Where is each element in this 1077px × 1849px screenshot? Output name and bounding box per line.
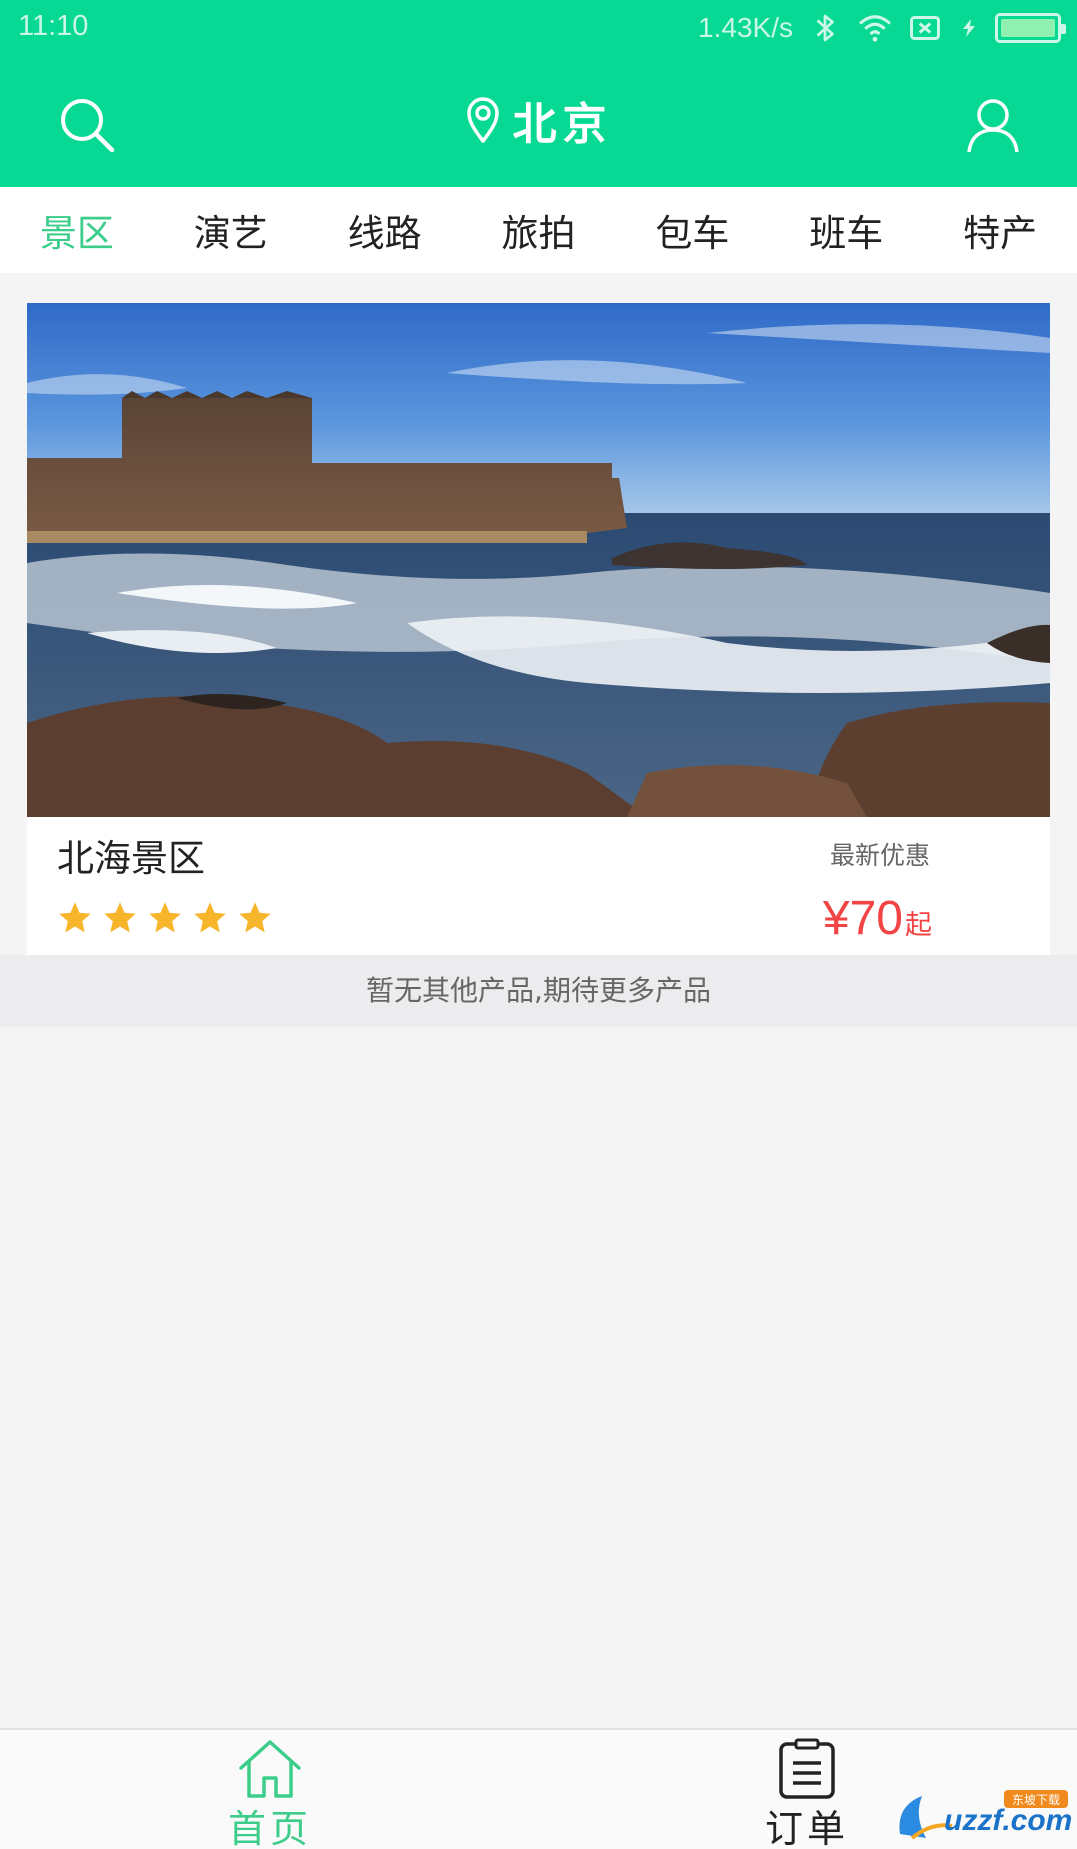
status-time: 11:10 <box>18 10 89 42</box>
tab-shows[interactable]: 演艺 <box>154 203 308 257</box>
charging-icon <box>963 19 975 37</box>
status-bar: 11:10 1.43K/s <box>0 0 1077 56</box>
home-icon <box>239 1740 301 1798</box>
location-pin-icon <box>466 97 499 143</box>
net-speed: 1.43K/s <box>698 12 793 43</box>
sim-icon <box>910 16 940 40</box>
city-selector[interactable]: 北京 <box>0 90 1077 150</box>
user-icon[interactable] <box>965 96 1021 154</box>
tab-local-products[interactable]: 特产 <box>923 203 1077 257</box>
product-card[interactable]: 北海景区 最新优惠 ¥70 起 <box>27 303 1050 955</box>
clipboard-icon <box>779 1738 835 1799</box>
price-value: ¥70 <box>822 892 903 945</box>
star-icon <box>194 902 226 933</box>
nav-home[interactable]: 首页 <box>170 1730 370 1849</box>
app-header: 11:10 1.43K/s 北京 <box>0 0 1077 187</box>
product-photo <box>27 303 1050 817</box>
watermark-logo: uzzf.com 东坡下载 <box>899 1790 1072 1840</box>
tab-shuttle-bus[interactable]: 班车 <box>769 203 923 257</box>
tab-routes[interactable]: 线路 <box>308 203 462 257</box>
bluetooth-icon <box>816 14 834 42</box>
list-end-message: 暂无其他产品,期待更多产品 <box>0 955 1077 1027</box>
star-icon <box>59 902 91 933</box>
promo-label: 最新优惠 <box>829 841 930 870</box>
tab-travel-photo[interactable]: 旅拍 <box>462 203 616 257</box>
star-icon <box>239 902 271 933</box>
battery-icon <box>995 13 1066 43</box>
tab-car-charter[interactable]: 包车 <box>615 203 769 257</box>
price-suffix: 起 <box>905 910 932 941</box>
status-icons: 1.43K/s <box>698 10 1066 46</box>
wifi-icon <box>858 15 892 42</box>
product-price: ¥70 起 <box>823 891 932 946</box>
city-name: 北京 <box>512 99 613 150</box>
category-tabs: 景区 演艺 线路 旅拍 包车 班车 特产 <box>0 187 1077 273</box>
watermark-sub: 东坡下载 <box>1012 1793 1060 1807</box>
star-icon <box>149 902 181 933</box>
nav-orders-label: 订单 <box>764 1807 849 1849</box>
star-icon <box>104 902 136 933</box>
tab-scenic[interactable]: 景区 <box>0 203 154 257</box>
nav-home-label: 首页 <box>227 1807 312 1849</box>
rating-stars <box>57 900 273 936</box>
nav-orders[interactable]: 订单 <box>707 1730 907 1849</box>
product-title: 北海景区 <box>57 837 205 880</box>
watermark-text: uzzf.com <box>944 1804 1072 1837</box>
